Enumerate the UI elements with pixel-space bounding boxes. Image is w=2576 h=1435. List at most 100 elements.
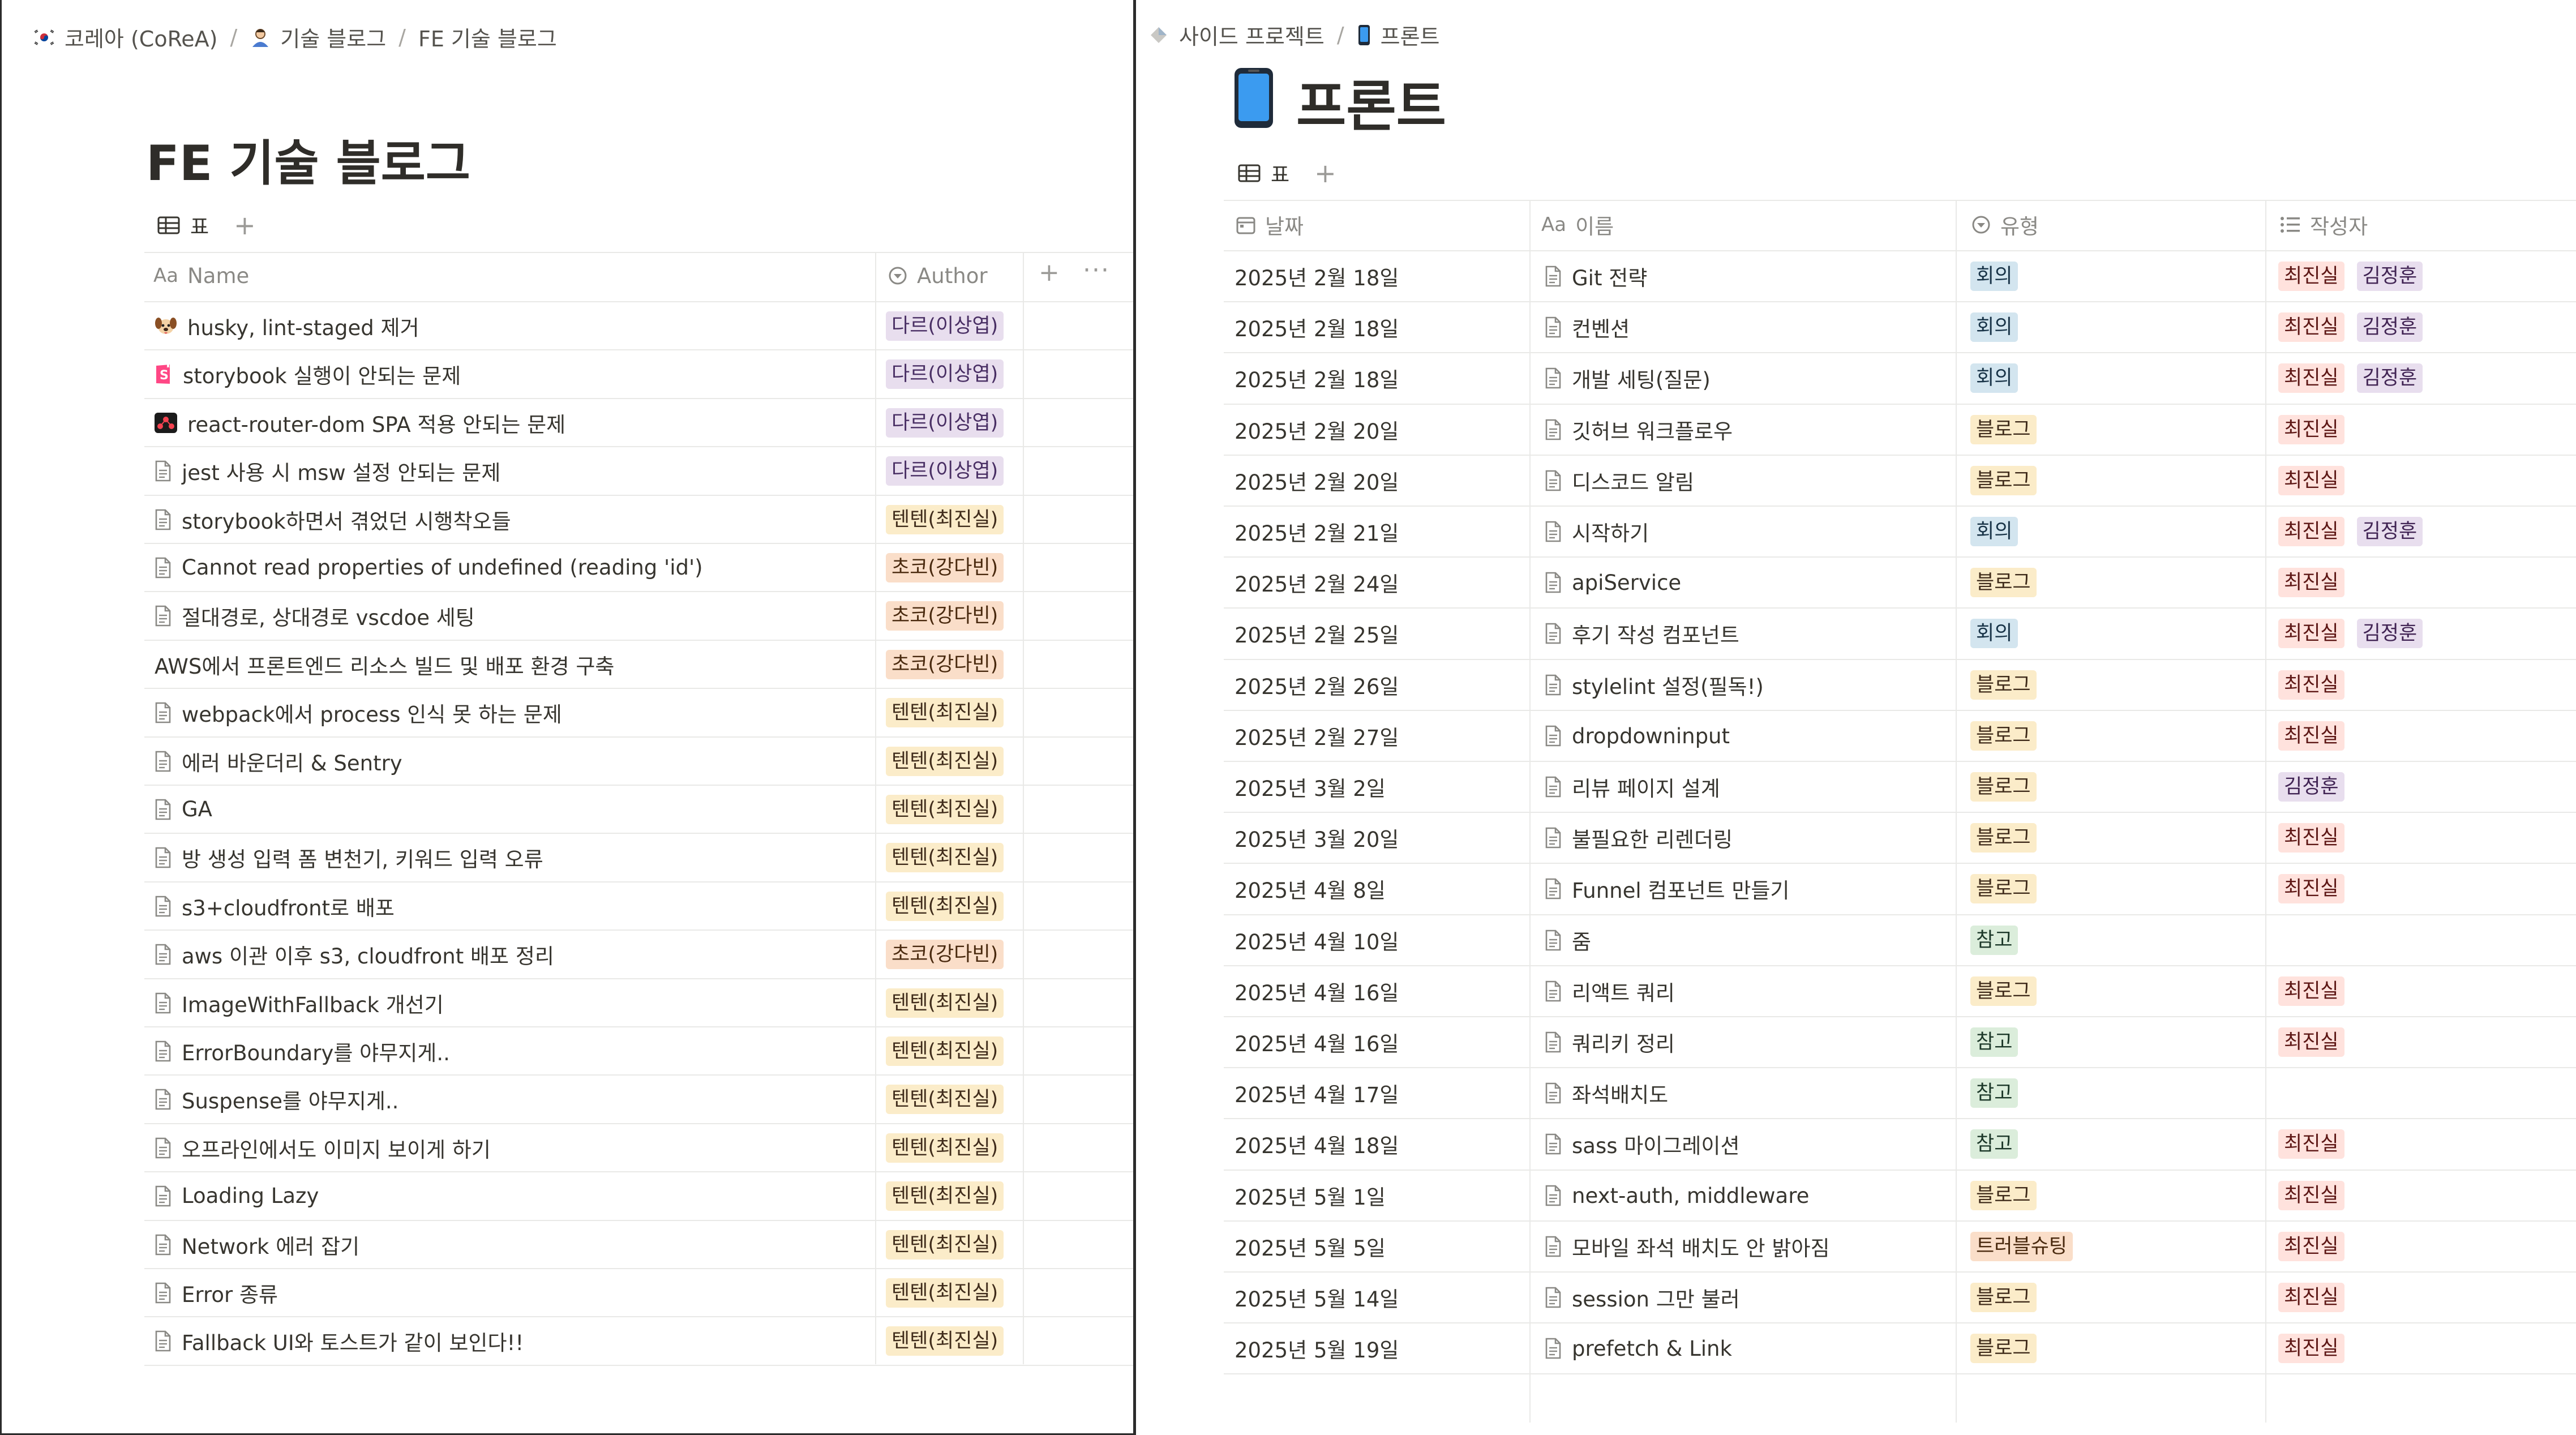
table-row-name[interactable]: 리액트 쿼리 (1545, 966, 1949, 1017)
table-row-date[interactable]: 2025년 2월 27일 (1235, 710, 1523, 761)
table-row-author[interactable]: 텐텐(최진실) (886, 882, 1022, 930)
table-row-writer[interactable]: 최진실 김정훈 (2278, 353, 2573, 404)
table-row-author[interactable]: 텐텐(최진실) (886, 785, 1022, 833)
table-row-type[interactable]: 블로그 (1970, 710, 2259, 761)
table-row-date[interactable]: 2025년 2월 25일 (1235, 608, 1523, 659)
table-row-author[interactable]: 초코(강다빈) (886, 640, 1022, 688)
table-row-name[interactable]: 리뷰 페이지 설계 (1545, 761, 1949, 812)
page-icon-mobile-phone[interactable] (1232, 67, 1275, 131)
table-row-writer[interactable]: 최진실 김정훈 (2278, 251, 2573, 302)
table-row-name[interactable]: AWS에서 프론트엔드 리소스 빌드 및 배포 환경 구축 (155, 640, 868, 688)
table-row-type[interactable]: 참고 (1970, 915, 2259, 966)
table-row-date[interactable]: 2025년 2월 18일 (1235, 302, 1523, 353)
table-row-writer[interactable]: 김정훈 (2278, 761, 2573, 812)
table-row-writer[interactable]: 최진실 (2278, 557, 2573, 608)
table-row-type[interactable]: 블로그 (1970, 812, 2259, 863)
breadcrumb-fe-blog[interactable]: FE 기술 블로그 (418, 22, 557, 53)
table-row-date[interactable]: 2025년 2월 20일 (1235, 455, 1523, 506)
table-row-author[interactable]: 텐텐(최진실) (886, 1317, 1022, 1365)
table-row-name[interactable]: GA (155, 785, 868, 833)
table-row-author[interactable]: 다르(이상엽) (886, 350, 1022, 398)
table-row-name[interactable]: Sstorybook 실행이 안되는 문제 (155, 350, 868, 398)
table-row-name[interactable]: session 그만 불러 (1545, 1272, 1949, 1323)
table-row-author[interactable]: 다르(이상엽) (886, 447, 1022, 495)
table-row-name[interactable]: 깃허브 워크플로우 (1545, 404, 1949, 455)
table-row-type[interactable]: 회의 (1970, 506, 2259, 557)
table-row-name[interactable]: webpack에서 process 인식 못 하는 문제 (155, 688, 868, 736)
table-row-date[interactable]: 2025년 2월 26일 (1235, 659, 1523, 710)
table-row-name[interactable]: prefetch & Link (1545, 1323, 1949, 1374)
table-row-author[interactable]: 텐텐(최진실) (886, 1172, 1022, 1220)
table-row-writer[interactable]: 최진실 (2278, 1323, 2573, 1374)
table-row-name[interactable]: dropdowninput (1545, 710, 1949, 761)
table-row-type[interactable]: 블로그 (1970, 1272, 2259, 1323)
table-row-name[interactable]: stylelint 설정(필독!) (1545, 659, 1949, 710)
table-row-name[interactable]: Network 에러 잡기 (155, 1220, 868, 1269)
table-row-name[interactable]: 컨벤션 (1545, 302, 1949, 353)
breadcrumb-workspace[interactable]: 코레아 (CoReA) (65, 22, 217, 53)
table-row-writer[interactable] (2278, 1068, 2573, 1119)
more-options-icon[interactable]: ··· (1083, 258, 1110, 283)
table-row-writer[interactable]: 최진실 (2278, 1170, 2573, 1221)
table-row-date[interactable]: 2025년 2월 18일 (1235, 251, 1523, 302)
tab-table-view[interactable]: 표 (190, 211, 209, 240)
table-row-writer[interactable]: 최진실 (2278, 1272, 2573, 1323)
table-row-writer[interactable] (2278, 915, 2573, 966)
table-row-name[interactable]: 에러 바운더리 & Sentry (155, 737, 868, 785)
table-row-date[interactable]: 2025년 3월 2일 (1235, 761, 1523, 812)
table-row-name[interactable]: 모바일 좌석 배치도 안 밝아짐 (1545, 1221, 1949, 1272)
table-row-name[interactable]: Fallback UI와 토스트가 같이 보인다!! (155, 1317, 868, 1365)
table-row-date[interactable]: 2025년 2월 24일 (1235, 557, 1523, 608)
table-row-date[interactable]: 2025년 5월 14일 (1235, 1272, 1523, 1323)
table-row-writer[interactable]: 최진실 (2278, 1119, 2573, 1170)
table-row-name[interactable]: 오프라인에서도 이미지 보이게 하기 (155, 1124, 868, 1172)
table-row-writer[interactable]: 최진실 (2278, 455, 2573, 506)
breadcrumb-front[interactable]: 프론트 (1381, 19, 1440, 50)
table-row-author[interactable]: 텐텐(최진실) (886, 1269, 1022, 1317)
table-row-name[interactable]: 후기 작성 컴포넌트 (1545, 608, 1949, 659)
table-row-type[interactable]: 블로그 (1970, 966, 2259, 1017)
table-row-type[interactable]: 블로그 (1970, 455, 2259, 506)
table-row-writer[interactable]: 최진실 (2278, 966, 2573, 1017)
table-row-date[interactable]: 2025년 5월 1일 (1235, 1170, 1523, 1221)
table-row-type[interactable]: 블로그 (1970, 1170, 2259, 1221)
table-row-date[interactable]: 2025년 4월 16일 (1235, 1017, 1523, 1068)
table-row-writer[interactable]: 최진실 (2278, 1221, 2573, 1272)
table-row-author[interactable]: 텐텐(최진실) (886, 1220, 1022, 1269)
table-row-name[interactable]: jest 사용 시 msw 설정 안되는 문제 (155, 447, 868, 495)
table-row-name[interactable]: Suspense를 야무지게.. (155, 1075, 868, 1123)
table-row-author[interactable]: 다르(이상엽) (886, 302, 1022, 350)
table-row-writer[interactable]: 최진실 김정훈 (2278, 608, 2573, 659)
table-row-name[interactable]: 개발 세팅(질문) (1545, 353, 1949, 404)
table-row-type[interactable]: 블로그 (1970, 1323, 2259, 1374)
table-row-type[interactable]: 블로그 (1970, 404, 2259, 455)
table-row-name[interactable]: ErrorBoundary를 야무지게.. (155, 1027, 868, 1075)
table-row-author[interactable]: 텐텐(최진실) (886, 979, 1022, 1027)
column-header-author[interactable]: Author (888, 262, 988, 290)
table-row-name[interactable]: 좌석배치도 (1545, 1068, 1949, 1119)
table-row-writer[interactable]: 최진실 (2278, 710, 2573, 761)
table-row-date[interactable]: 2025년 5월 5일 (1235, 1221, 1523, 1272)
table-row-name[interactable]: Funnel 컴포넌트 만들기 (1545, 863, 1949, 914)
table-row-date[interactable]: 2025년 2월 21일 (1235, 506, 1523, 557)
table-row-name[interactable]: Error 종류 (155, 1269, 868, 1317)
table-row-date[interactable]: 2025년 3월 20일 (1235, 812, 1523, 863)
table-row-type[interactable]: 트러블슈팅 (1970, 1221, 2259, 1272)
table-row-type[interactable]: 블로그 (1970, 659, 2259, 710)
add-view-icon[interactable]: + (234, 212, 256, 238)
column-header-type[interactable]: 유형 (1971, 211, 2039, 239)
table-row-name[interactable]: 디스코드 알림 (1545, 455, 1949, 506)
column-header-name[interactable]: Aa Name (153, 262, 249, 290)
table-row-date[interactable]: 2025년 4월 17일 (1235, 1068, 1523, 1119)
table-row-writer[interactable]: 최진실 (2278, 812, 2573, 863)
table-row-name[interactable]: react-router-dom SPA 적용 안되는 문제 (155, 399, 868, 447)
table-row-name[interactable]: ImageWithFallback 개선기 (155, 979, 868, 1027)
table-row-name[interactable]: 절대경로, 상대경로 vscdoe 세팅 (155, 592, 868, 640)
table-row-date[interactable]: 2025년 2월 20일 (1235, 404, 1523, 455)
table-row-writer[interactable]: 최진실 김정훈 (2278, 302, 2573, 353)
table-row-type[interactable]: 회의 (1970, 251, 2259, 302)
table-row-author[interactable]: 텐텐(최진실) (886, 1075, 1022, 1123)
table-row-author[interactable]: 초코(강다빈) (886, 543, 1022, 592)
table-row-name[interactable]: aws 이관 이후 s3, cloudfront 배포 정리 (155, 930, 868, 978)
table-row-author[interactable]: 텐텐(최진실) (886, 833, 1022, 881)
